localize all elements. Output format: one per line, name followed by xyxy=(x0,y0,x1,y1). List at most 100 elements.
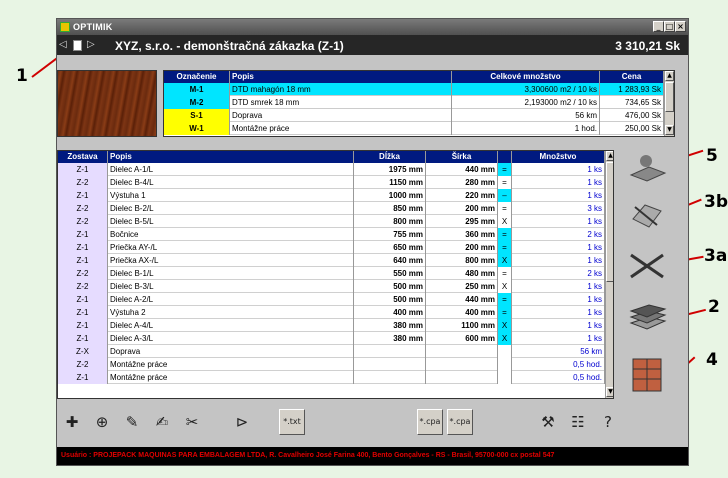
bottom-toolbar: ✚ ⊕ ✎ ✍ ✂ ⊳ *.txt *.cpa *.cpa ⚒ ☷ ? xyxy=(57,405,688,441)
col-oznacenie[interactable]: Označenie xyxy=(164,71,230,83)
part-zostava: Z-1 xyxy=(58,306,108,319)
part-mnozstvo: 1 ks xyxy=(512,241,605,254)
part-sirka: 440 mm xyxy=(426,293,498,306)
copy-part-icon[interactable]: ✍ xyxy=(149,409,175,435)
stacked-sheets-button[interactable] xyxy=(627,303,667,333)
parts-row[interactable]: Z-2 Montážne práce 0,5 hod. xyxy=(58,358,605,371)
settings-tools-icon[interactable]: ⚒ xyxy=(535,409,561,435)
help-icon[interactable]: ? xyxy=(595,409,621,435)
prev-order-icon[interactable]: ◁ xyxy=(59,39,67,50)
part-edge-mark[interactable] xyxy=(498,371,512,384)
scroll-thumb[interactable] xyxy=(665,82,674,112)
col-mnozstvo[interactable]: Množstvo xyxy=(512,151,605,163)
materials-row[interactable]: W-1 Montážne práce 1 hod. 250,00 Sk xyxy=(164,122,664,135)
col-popis[interactable]: Popis xyxy=(230,71,452,83)
materials-row[interactable]: S-1 Doprava 56 km 476,00 Sk xyxy=(164,109,664,122)
scroll-thumb[interactable] xyxy=(606,162,613,282)
parts-row[interactable]: Z-1 Dielec A-3/L 380 mm 600 mm X 1 ks xyxy=(58,332,605,345)
add-part-icon[interactable]: ✚ xyxy=(59,409,85,435)
part-edge-mark[interactable]: = xyxy=(498,176,512,189)
materials-row[interactable]: M-1 DTD mahagón 18 mm 3,300600 m2 / 10 ks 1… xyxy=(164,83,664,96)
part-edge-mark[interactable]: = xyxy=(498,241,512,254)
callout-1: 1 xyxy=(16,66,28,86)
col-zostava[interactable]: Zostava xyxy=(58,151,108,163)
part-edge-mark[interactable]: – xyxy=(498,189,512,202)
part-edge-mark[interactable]: X xyxy=(498,319,512,332)
edge-banding-button[interactable] xyxy=(627,199,667,229)
sheet-ball-icon xyxy=(629,155,667,182)
parts-row[interactable]: Z-1 Dielec A-1/L 1975 mm 440 mm = 1 ks xyxy=(58,163,605,176)
parts-row[interactable]: Z-1 Priečka AX-/L 640 mm 800 mm X 1 ks xyxy=(58,254,605,267)
export-cpa-button[interactable]: *.cpa xyxy=(447,409,473,435)
material-price: 476,00 Sk xyxy=(600,109,664,122)
maximize-button[interactable]: □ xyxy=(664,21,675,32)
parts-row[interactable]: Z-2 Dielec B-2/L 850 mm 200 mm = 3 ks xyxy=(58,202,605,215)
part-dlzka xyxy=(354,345,426,358)
col-celkove-mnozstvo[interactable]: Celkové množstvo xyxy=(452,71,600,83)
export-txt-button[interactable]: *.txt xyxy=(279,409,305,435)
col-mark[interactable] xyxy=(498,151,512,163)
callout-2: 2 xyxy=(708,297,720,317)
part-edge-mark[interactable] xyxy=(498,345,512,358)
part-edge-mark[interactable]: = xyxy=(498,202,512,215)
col-dlzka[interactable]: Dĺžka xyxy=(354,151,426,163)
materials-header-row: Označenie Popis Celkové množstvo Cena xyxy=(164,71,664,83)
cutting-button[interactable] xyxy=(627,251,667,281)
materials-row[interactable]: M-2 DTD smrek 18 mm 2,193000 m2 / 10 ks 734… xyxy=(164,96,664,109)
col-cena[interactable]: Cena xyxy=(600,71,664,83)
part-edge-mark[interactable]: X xyxy=(498,332,512,345)
document-icon[interactable] xyxy=(73,40,82,51)
part-edge-mark[interactable]: X xyxy=(498,280,512,293)
parts-row[interactable]: Z-1 Výstuha 2 400 mm 400 mm = 1 ks xyxy=(58,306,605,319)
part-sirka: 280 mm xyxy=(426,176,498,189)
part-edge-mark[interactable]: X xyxy=(498,215,512,228)
parts-row[interactable]: Z-1 Dielec A-4/L 380 mm 1100 mm X 1 ks xyxy=(58,319,605,332)
parts-row[interactable]: Z-1 Priečka AY-/L 650 mm 200 mm = 1 ks xyxy=(58,241,605,254)
edit-part-icon[interactable]: ✎ xyxy=(119,409,145,435)
col-sirka[interactable]: Šírka xyxy=(426,151,498,163)
minimize-button[interactable]: _ xyxy=(653,21,664,32)
part-dlzka: 650 mm xyxy=(354,241,426,254)
delete-part-icon[interactable]: ✂ xyxy=(179,409,205,435)
material-desc: DTD smrek 18 mm xyxy=(230,96,452,109)
part-edge-mark[interactable]: = xyxy=(498,228,512,241)
part-sirka: 295 mm xyxy=(426,215,498,228)
part-edge-mark[interactable] xyxy=(498,358,512,371)
next-order-icon[interactable]: ▷ xyxy=(87,39,95,50)
split-icon[interactable]: ⊳ xyxy=(229,409,255,435)
scroll-up-icon[interactable]: ▲ xyxy=(665,71,674,81)
part-edge-mark[interactable]: X xyxy=(498,254,512,267)
parts-row[interactable]: Z-2 Dielec B-3/L 500 mm 250 mm X 1 ks xyxy=(58,280,605,293)
scroll-down-icon[interactable]: ▼ xyxy=(665,125,674,135)
report-icon[interactable]: ☷ xyxy=(565,409,591,435)
part-edge-mark[interactable]: = xyxy=(498,293,512,306)
col-popis[interactable]: Popis xyxy=(108,151,354,163)
parts-row[interactable]: Z-1 Dielec A-2/L 500 mm 440 mm = 1 ks xyxy=(58,293,605,306)
scroll-down-icon[interactable]: ▼ xyxy=(606,387,613,397)
callout-5: 5 xyxy=(706,146,718,166)
sheet-layout-button[interactable] xyxy=(627,153,667,183)
parts-row[interactable]: Z-1 Montážne práce 0,5 hod. xyxy=(58,371,605,384)
parts-row[interactable]: Z-2 Dielec B-4/L 1150 mm 280 mm = 1 ks xyxy=(58,176,605,189)
parts-table: Zostava Popis Dĺžka Šírka Množstvo Z-1 Di… xyxy=(57,150,614,399)
part-sirka xyxy=(426,358,498,371)
material-qty: 2,193000 m2 / 10 ks xyxy=(452,96,600,109)
part-dlzka: 850 mm xyxy=(354,202,426,215)
material-texture-preview xyxy=(57,70,157,137)
scroll-up-icon[interactable]: ▲ xyxy=(606,151,613,161)
import-cpa-button[interactable]: *.cpa xyxy=(417,409,443,435)
materials-scrollbar[interactable]: ▲ ▼ xyxy=(664,71,674,136)
cabinet-button[interactable] xyxy=(627,355,667,392)
parts-scrollbar[interactable]: ▲ ▼ xyxy=(605,151,613,398)
parts-row[interactable]: Z-2 Dielec B-5/L 800 mm 295 mm X 1 ks xyxy=(58,215,605,228)
parts-row[interactable]: Z-1 Výstuha 1 1000 mm 220 mm –1 ks xyxy=(58,189,605,202)
add-edge-icon[interactable]: ⊕ xyxy=(89,409,115,435)
parts-row[interactable]: Z-2 Dielec B-1/L 550 mm 480 mm = 2 ks xyxy=(58,267,605,280)
close-button[interactable]: × xyxy=(675,21,686,32)
part-edge-mark[interactable]: = xyxy=(498,163,512,176)
parts-row[interactable]: Z-1 Bočnice 755 mm 360 mm = 2 ks xyxy=(58,228,605,241)
part-edge-mark[interactable]: = xyxy=(498,267,512,280)
parts-row[interactable]: Z-X Doprava 56 km xyxy=(58,345,605,358)
part-popis: Dielec B-2/L xyxy=(108,202,354,215)
part-edge-mark[interactable]: = xyxy=(498,306,512,319)
